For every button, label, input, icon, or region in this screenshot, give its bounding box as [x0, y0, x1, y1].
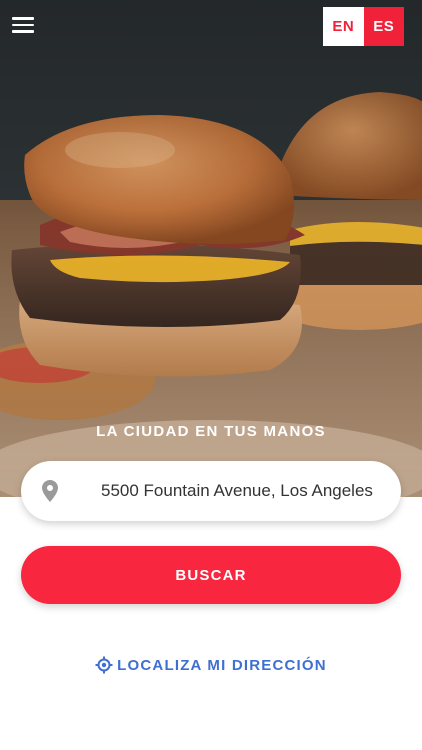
search-button[interactable]: BUSCAR	[21, 546, 401, 604]
address-field[interactable]	[21, 461, 401, 521]
hamburger-menu-icon-line	[12, 23, 34, 26]
locate-my-address-label: LOCALIZA MI DIRECCIÓN	[117, 656, 327, 674]
locate-my-address-link[interactable]: LOCALIZA MI DIRECCIÓN	[0, 654, 422, 676]
location-pin-icon	[42, 480, 58, 502]
language-option-es[interactable]: ES	[363, 7, 404, 46]
hamburger-menu-icon-line	[12, 17, 34, 20]
language-switcher: EN ES	[323, 7, 404, 46]
address-input[interactable]	[79, 461, 387, 521]
menu-button[interactable]	[12, 16, 34, 34]
language-option-en[interactable]: EN	[323, 7, 364, 46]
hero-tagline: LA CIUDAD EN TUS MANOS	[96, 423, 326, 440]
crosshair-location-icon	[95, 656, 113, 674]
hamburger-menu-icon-line	[12, 30, 34, 33]
